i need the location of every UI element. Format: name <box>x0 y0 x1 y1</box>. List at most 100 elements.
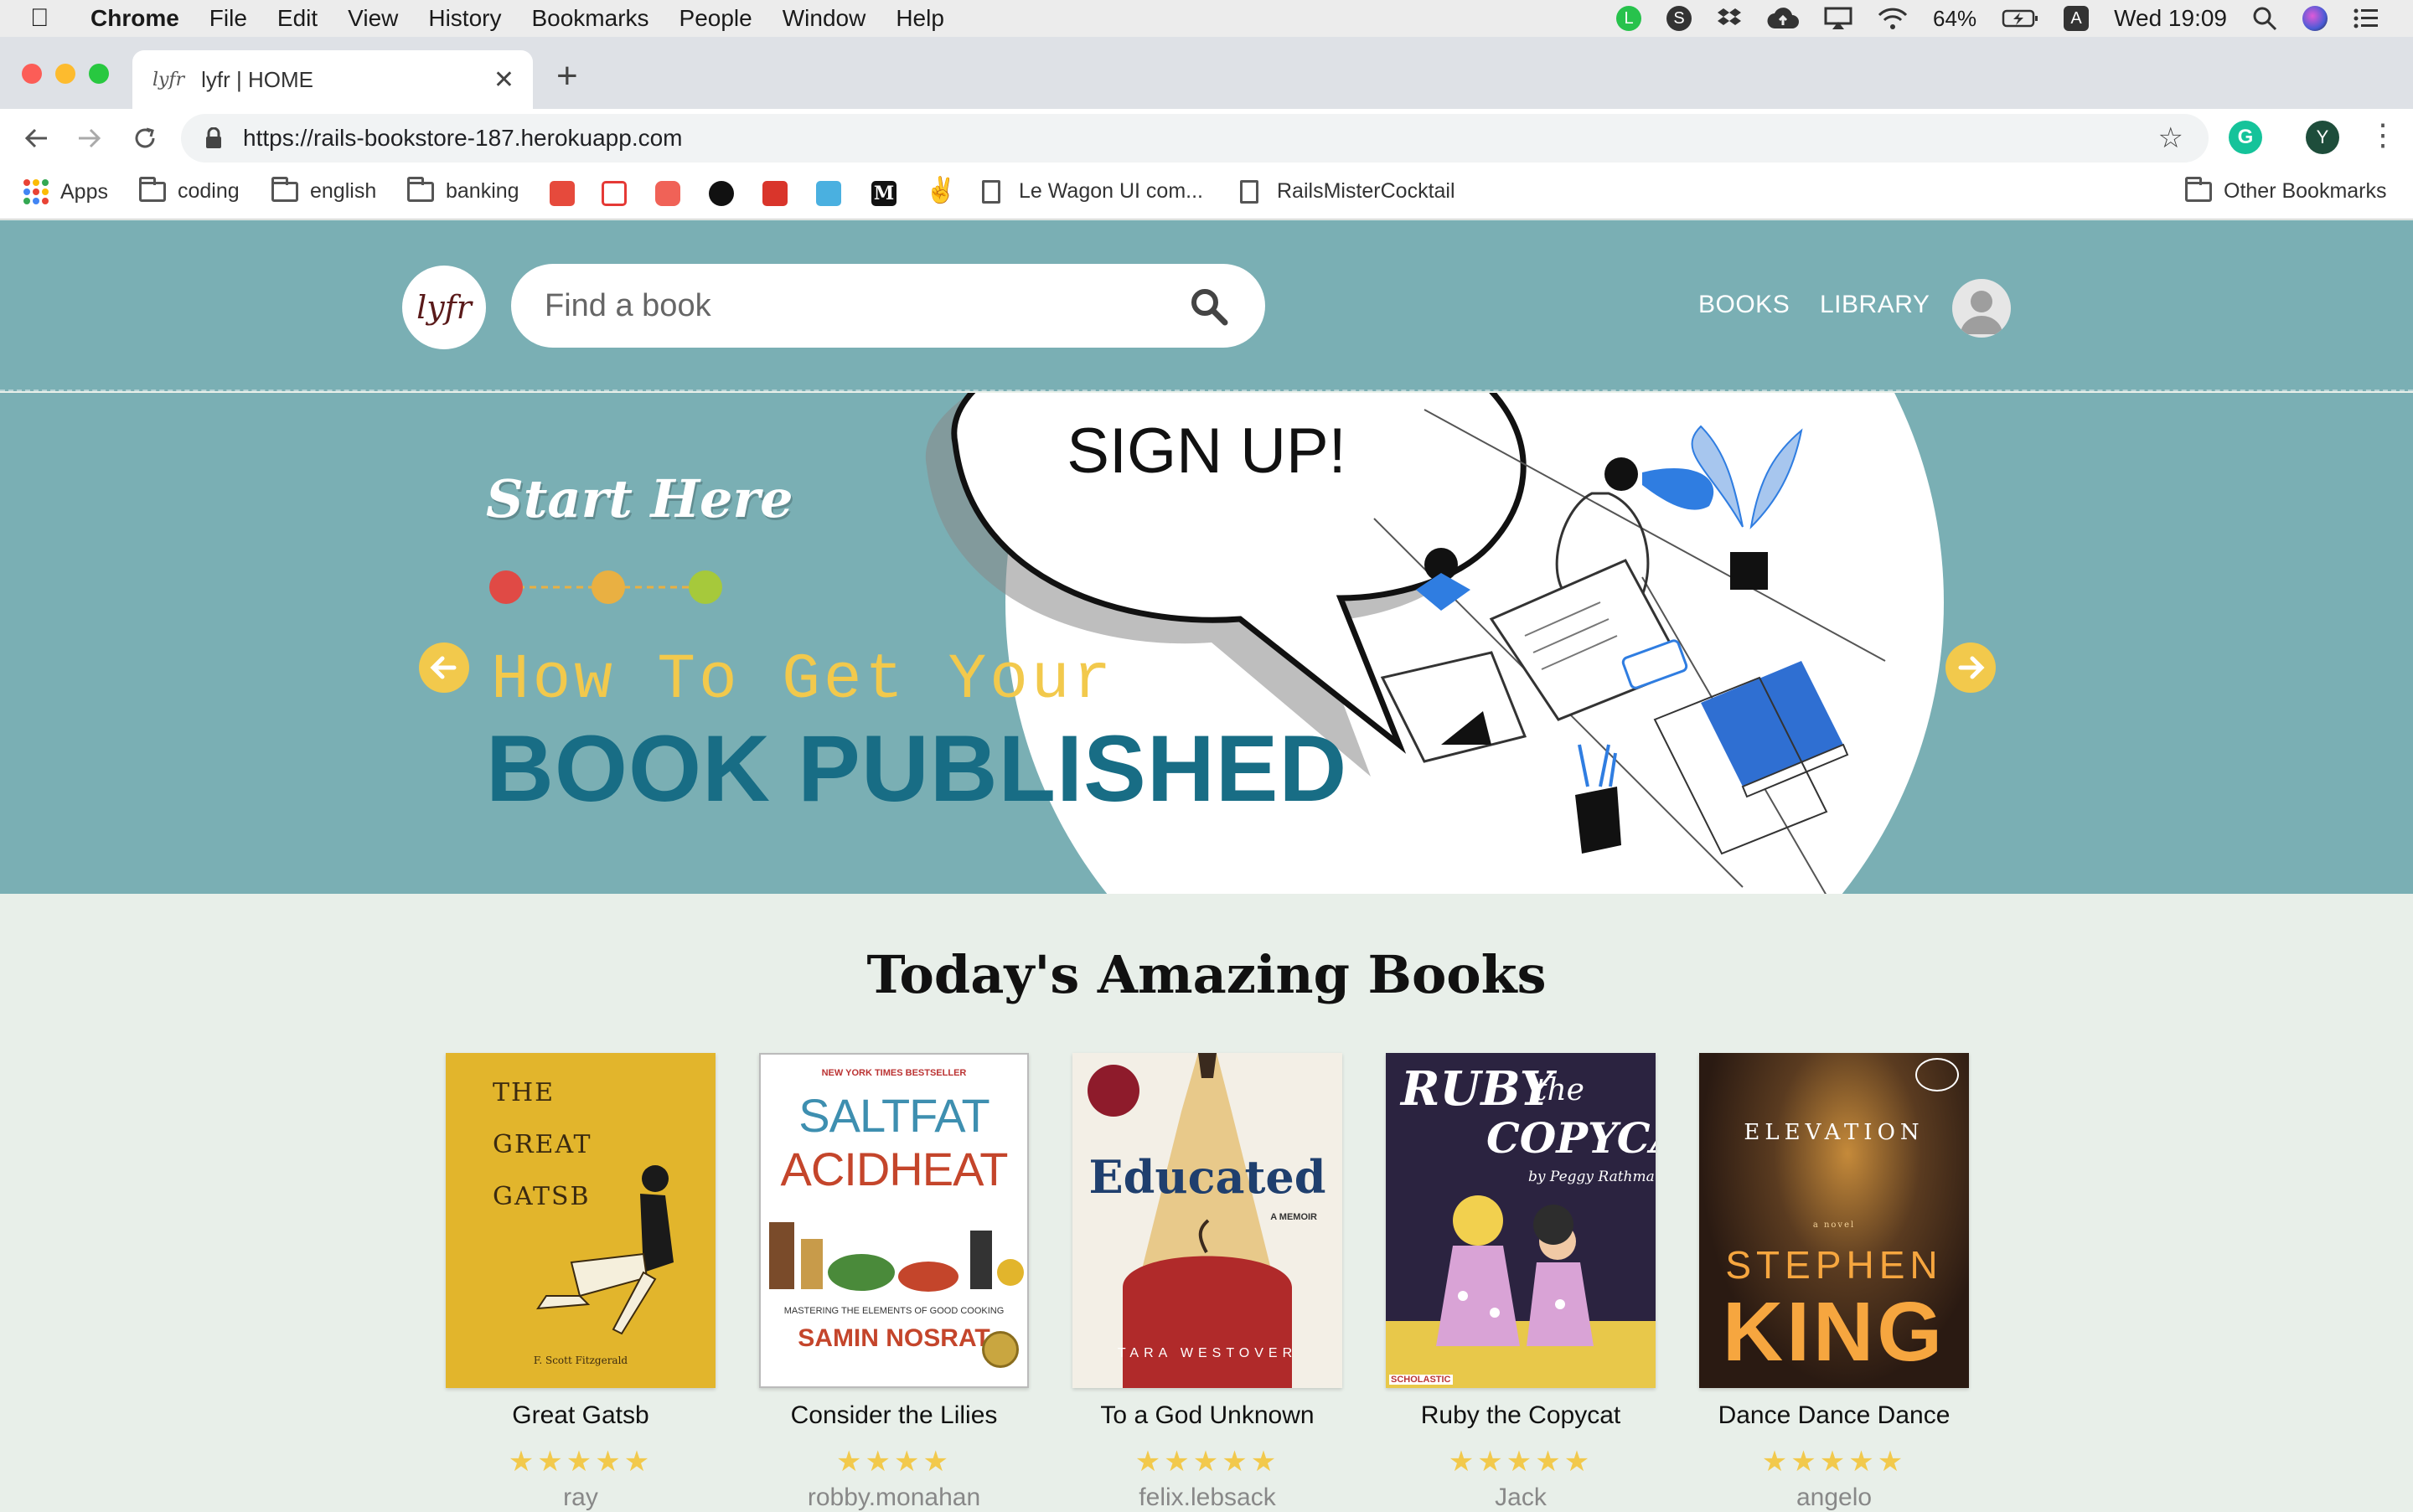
browser-tab-strip: lyfr lyfr | HOME ✕ + <box>0 37 2413 109</box>
window-zoom-button[interactable] <box>89 64 109 84</box>
hero-headline-small: How To Get Your <box>491 644 1115 716</box>
step-dot-1 <box>489 570 523 604</box>
bookmark-folder-coding[interactable]: coding <box>139 176 240 204</box>
address-bar[interactable]: https://rails-bookstore-187.herokuapp.co… <box>181 114 2209 163</box>
book-card[interactable]: NEW YORK TIMES BESTSELLER SALTFAT ACIDHE… <box>759 1053 1029 1512</box>
cover-exclusive-badge <box>1915 1058 1959 1091</box>
cover-title-line: ELEVATION <box>1744 1120 1925 1145</box>
book-card[interactable]: ELEVATION a novel STEPHEN KING Dance Dan… <box>1699 1053 1969 1512</box>
window-close-button[interactable] <box>22 64 42 84</box>
user-avatar[interactable] <box>1952 279 2011 338</box>
cover-title-line: Educated <box>1088 1150 1326 1204</box>
spotlight-icon[interactable] <box>2252 6 2277 31</box>
bookmark-star-icon[interactable]: ☆ <box>2158 121 2183 155</box>
menu-people[interactable]: People <box>679 5 752 32</box>
book-title[interactable]: Ruby the Copycat <box>1386 1401 1656 1430</box>
menu-help[interactable]: Help <box>896 5 944 32</box>
bookmark-apps[interactable]: Apps <box>23 179 108 204</box>
carousel-prev-button[interactable] <box>419 642 469 693</box>
hero-start-here: Start Here <box>486 468 793 529</box>
book-cover[interactable]: RUBY the COPYCAT by Peggy Rathmann SCHOL… <box>1386 1053 1656 1388</box>
cloud-upload-icon[interactable] <box>1767 7 1800 30</box>
cover-title-line: ACIDHEAT <box>780 1143 1009 1195</box>
nav-books-link[interactable]: BOOKS <box>1698 291 1790 319</box>
bookmark-folder-banking[interactable]: banking <box>407 176 519 204</box>
section-title: Today's Amazing Books <box>866 944 1547 1005</box>
book-title[interactable]: Great Gatsb <box>446 1401 716 1430</box>
siri-icon[interactable] <box>2302 6 2328 31</box>
book-cover[interactable]: NEW YORK TIMES BESTSELLER SALTFAT ACIDHE… <box>759 1053 1029 1388</box>
cover-bestseller-badge <box>1088 1065 1139 1117</box>
book-title[interactable]: Consider the Lilies <box>759 1401 1029 1430</box>
menu-bookmarks[interactable]: Bookmarks <box>531 5 648 32</box>
new-tab-button[interactable]: + <box>556 55 578 97</box>
forward-button[interactable] <box>70 119 109 157</box>
bookmark-other-bookmarks[interactable]: Other Bookmarks <box>2185 176 2387 204</box>
carousel-next-button[interactable] <box>1945 642 1996 693</box>
book-title[interactable]: Dance Dance Dance <box>1699 1401 1969 1430</box>
browser-tab-active[interactable]: lyfr lyfr | HOME ✕ <box>132 50 533 109</box>
folder-icon <box>139 176 166 202</box>
bookmark-label: banking <box>446 179 519 203</box>
bookmark-folder-english[interactable]: english <box>271 176 377 204</box>
battery-icon[interactable] <box>2002 8 2038 28</box>
bookmark-bus-icon[interactable] <box>602 181 627 206</box>
clock[interactable]: Wed 19:09 <box>2114 5 2227 32</box>
bookmark-label: english <box>310 179 377 203</box>
tab-close-icon[interactable]: ✕ <box>493 65 514 95</box>
folder-icon <box>407 176 434 202</box>
wifi-icon[interactable] <box>1878 7 1908 30</box>
dropbox-icon[interactable] <box>1717 7 1742 30</box>
browser-toolbar: https://rails-bookstore-187.herokuapp.co… <box>0 109 2413 168</box>
book-card[interactable]: THE GREAT GATSB F. Scott Fitzgerald Grea… <box>446 1053 716 1512</box>
nav-library-link[interactable]: LIBRARY <box>1820 291 1930 319</box>
todays-books-section: Today's Amazing Books THE GREAT GATSB F.… <box>0 894 2413 1511</box>
bookmark-le-wagon-ui[interactable]: Le Wagon UI com... <box>982 179 1203 204</box>
url-text[interactable]: https://rails-bookstore-187.herokuapp.co… <box>243 125 683 152</box>
apple-menu-icon[interactable]:  <box>30 4 64 33</box>
bookmark-medium-icon[interactable]: M <box>871 181 896 206</box>
menu-app-name[interactable]: Chrome <box>90 5 179 32</box>
bookmark-site-icon-1[interactable] <box>550 181 575 206</box>
menu-window[interactable]: Window <box>783 5 866 32</box>
menu-edit[interactable]: Edit <box>277 5 318 32</box>
chrome-menu-icon[interactable]: ⋮ <box>2368 117 2398 152</box>
profile-avatar[interactable]: Y <box>2306 121 2339 154</box>
bookmark-site-icon-5[interactable] <box>762 181 788 206</box>
book-rating: ★★★★★ <box>1134 1446 1280 1478</box>
airplay-icon[interactable] <box>1824 7 1852 30</box>
bookmark-victory-icon[interactable]: ✌ <box>925 176 956 205</box>
line-icon[interactable]: L <box>1616 6 1642 31</box>
window-minimize-button[interactable] <box>55 64 75 84</box>
site-logo[interactable]: lyfr <box>402 266 486 349</box>
page-icon <box>982 179 1000 204</box>
hero-headline-large: BOOK PUBLISHED <box>486 716 1348 821</box>
hero-step-dots <box>489 570 722 604</box>
book-card[interactable]: RUBY the COPYCAT by Peggy Rathmann SCHOL… <box>1386 1053 1656 1512</box>
grammarly-extension-icon[interactable]: G <box>2229 121 2262 154</box>
book-cover[interactable]: Educated A MEMOIR TARA WESTOVER <box>1072 1053 1342 1388</box>
search-icon[interactable] <box>1190 287 1228 326</box>
bookmark-github-icon[interactable] <box>709 181 734 206</box>
bookmark-label: Other Bookmarks <box>2224 179 2387 203</box>
skype-icon[interactable]: S <box>1666 6 1692 31</box>
reload-button[interactable] <box>126 119 164 157</box>
menu-history[interactable]: History <box>428 5 501 32</box>
notification-center-icon[interactable] <box>2353 7 2379 30</box>
book-cover[interactable]: ELEVATION a novel STEPHEN KING <box>1699 1053 1969 1388</box>
bookmark-site-icon-6[interactable] <box>816 181 841 206</box>
book-title[interactable]: To a God Unknown <box>1072 1401 1342 1430</box>
book-search-input[interactable] <box>545 282 1181 329</box>
menu-view[interactable]: View <box>348 5 398 32</box>
input-source-icon[interactable]: A <box>2064 6 2090 31</box>
book-cover[interactable]: THE GREAT GATSB F. Scott Fitzgerald <box>446 1053 716 1388</box>
lock-icon[interactable] <box>201 126 226 151</box>
bookmark-site-icon-3[interactable] <box>655 181 680 206</box>
folder-icon <box>271 176 298 202</box>
bookmark-rails-mister-cocktail[interactable]: RailsMisterCocktail <box>1240 179 1455 204</box>
back-button[interactable] <box>17 119 55 157</box>
menu-file[interactable]: File <box>209 5 247 32</box>
book-rating: ★★★★★ <box>1761 1446 1907 1478</box>
cover-subtitle: A MEMOIR <box>1270 1212 1317 1222</box>
book-card[interactable]: Educated A MEMOIR TARA WESTOVER To a God… <box>1072 1053 1342 1512</box>
